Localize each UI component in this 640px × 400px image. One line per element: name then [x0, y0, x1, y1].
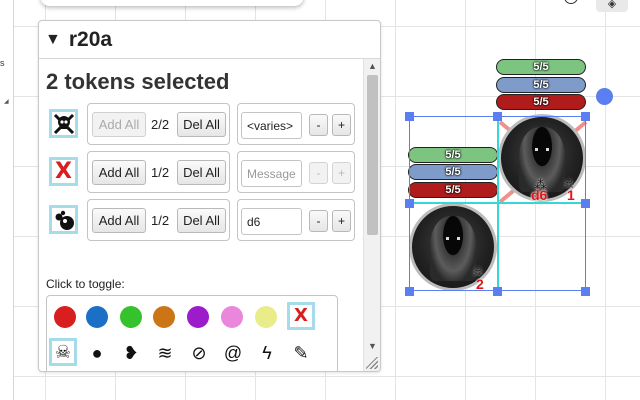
marker-count: 1/2: [151, 165, 170, 180]
collapse-caret-icon[interactable]: ▼: [45, 31, 61, 49]
skull-crossbones-icon: [53, 113, 74, 134]
increment-button[interactable]: +: [332, 114, 351, 136]
red-x-icon: X: [55, 159, 72, 184]
del-all-button[interactable]: Del All: [177, 208, 226, 233]
status-row-red-x: X Add All 1/2 Del All Message - +: [46, 151, 356, 193]
token-divider: [497, 116, 499, 291]
add-del-group: Add All 1/2 Del All: [87, 199, 230, 241]
panel-title: r20a: [68, 27, 113, 51]
decrement-button[interactable]: -: [309, 162, 328, 184]
rotate-handle[interactable]: [596, 88, 613, 105]
panel-header[interactable]: ▼ r20a: [39, 21, 380, 59]
scroll-down-arrow-icon[interactable]: ▼: [364, 339, 380, 353]
skull-crossbones-icon[interactable]: ☠: [49, 338, 77, 366]
message-input[interactable]: Message: [241, 160, 302, 187]
resize-handle-nw[interactable]: [405, 112, 414, 121]
flame-wisp-icon[interactable]: ≋: [152, 340, 178, 366]
toggle-grid: X ☠ ● ❥ ≋ ⊘ @ ϟ ✎ ♥ ⁂ ✊ ⏏ ✸ ◓ ⏱ ⊞: [46, 295, 338, 371]
token1-bar-green: 5/5: [496, 59, 586, 75]
increment-button[interactable]: +: [332, 162, 351, 184]
marker-count: 1/2: [151, 213, 170, 228]
wrench-icon[interactable]: ✎: [288, 340, 314, 366]
left-sidebar-text: s: [0, 58, 5, 68]
swatch-blue[interactable]: [86, 306, 108, 328]
swatch-yellow[interactable]: [255, 306, 277, 328]
mask-icon[interactable]: ●: [84, 340, 110, 366]
swatch-red[interactable]: [54, 306, 76, 328]
token-divider: [409, 202, 586, 204]
scroll-thumb[interactable]: [367, 75, 378, 235]
help-icon[interactable]: [564, 0, 578, 4]
panel-body: 2 tokens selected Add All 2/2 Del All <v…: [39, 59, 363, 371]
broken-heart-icon[interactable]: ❥: [118, 340, 144, 366]
del-all-button[interactable]: Del All: [177, 112, 226, 137]
decrement-button[interactable]: -: [309, 210, 328, 232]
bubbles-icon: [55, 210, 74, 230]
resize-handle-w[interactable]: [405, 199, 414, 208]
status-row-skull: Add All 2/2 Del All <varies> - +: [46, 103, 356, 145]
token1-bar-red: 5/5: [496, 94, 586, 110]
token-mod-panel: ▼ r20a 2 tokens selected Add All 2/2 Del…: [38, 20, 381, 372]
status-marker-red-x[interactable]: X: [49, 157, 78, 186]
add-all-button[interactable]: Add All: [92, 160, 146, 185]
marker-count: 2/2: [151, 117, 170, 132]
lightning-icon[interactable]: ϟ: [254, 340, 280, 366]
resize-handle-n[interactable]: [493, 112, 502, 121]
layers-icon[interactable]: ◈: [596, 0, 628, 12]
del-all-button[interactable]: Del All: [177, 160, 226, 185]
swatch-green[interactable]: [120, 306, 142, 328]
swatch-purple[interactable]: [187, 306, 209, 328]
marker-value-input[interactable]: <varies>: [241, 112, 302, 139]
status-marker-bubbles[interactable]: [49, 205, 78, 234]
resize-handle-se[interactable]: [581, 287, 590, 296]
top-toolbar[interactable]: [40, 0, 304, 6]
red-x-icon[interactable]: X: [287, 302, 315, 330]
resize-handle-s[interactable]: [493, 287, 502, 296]
panel-scrollbar[interactable]: ▲ ▼: [363, 59, 380, 371]
swatch-orange[interactable]: [153, 306, 175, 328]
resize-handle[interactable]: [366, 357, 378, 369]
scroll-up-arrow-icon[interactable]: ▲: [364, 59, 380, 73]
value-group: Message - +: [237, 151, 355, 193]
collapse-arrow-icon[interactable]: ◢: [4, 98, 9, 105]
marker-value-input[interactable]: d6: [241, 208, 302, 235]
add-del-group: Add All 1/2 Del All: [87, 151, 230, 193]
selection-heading: 2 tokens selected: [46, 69, 230, 94]
add-all-button[interactable]: Add All: [92, 208, 146, 233]
left-sidebar-edge: s ◢: [0, 0, 14, 400]
prohibited-icon[interactable]: ⊘: [186, 340, 212, 366]
snail-icon[interactable]: @: [220, 340, 246, 366]
add-all-button[interactable]: Add All: [92, 112, 146, 137]
status-row-bubbles: Add All 1/2 Del All d6 - +: [46, 199, 356, 241]
resize-handle-ne[interactable]: [581, 112, 590, 121]
token1-bar-blue: 5/5: [496, 77, 586, 93]
status-marker-skull[interactable]: [49, 109, 78, 138]
resize-handle-e[interactable]: [581, 199, 590, 208]
decrement-button[interactable]: -: [309, 114, 328, 136]
toggle-label: Click to toggle:: [46, 277, 125, 291]
value-group: d6 - +: [237, 199, 355, 241]
add-del-group: Add All 2/2 Del All: [87, 103, 230, 145]
resize-handle-sw[interactable]: [405, 287, 414, 296]
value-group: <varies> - +: [237, 103, 355, 145]
swatch-pink[interactable]: [221, 306, 243, 328]
increment-button[interactable]: +: [332, 210, 351, 232]
